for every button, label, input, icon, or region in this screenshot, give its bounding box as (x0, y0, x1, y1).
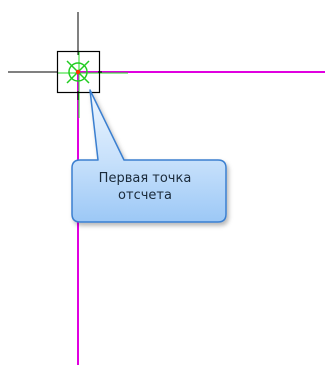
tooltip-text: Первая точка отсчета (66, 170, 224, 204)
crosshair-pickbox-icon (8, 12, 102, 100)
tooltip-line-2: отсчета (118, 188, 172, 203)
tooltip-line-1: Первая точка (98, 171, 192, 186)
